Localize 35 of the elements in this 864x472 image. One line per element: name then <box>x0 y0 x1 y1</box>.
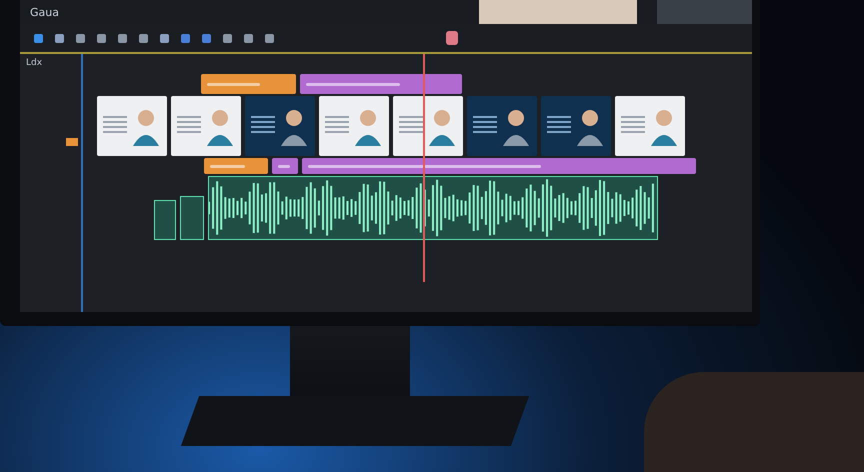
slide-thumbnail[interactable] <box>615 96 685 156</box>
caption-clip[interactable] <box>302 158 696 174</box>
tool-icon[interactable] <box>244 34 253 42</box>
slide-thumbnail[interactable] <box>467 96 537 156</box>
title-clip[interactable] <box>201 74 296 94</box>
track-label: Ldx <box>26 58 44 68</box>
slide-thumbnail[interactable] <box>319 96 389 156</box>
tool-icon[interactable] <box>34 34 43 42</box>
tool-icon[interactable] <box>181 34 190 42</box>
blurred-text-drawing <box>210 164 245 168</box>
caption-clip[interactable] <box>204 158 268 174</box>
caption-clip[interactable] <box>272 158 298 174</box>
playhead-handle[interactable] <box>446 31 458 45</box>
tool-icon[interactable] <box>202 34 211 42</box>
blurred-text-drawing <box>399 116 423 136</box>
audio-clip[interactable] <box>154 200 176 240</box>
tool-icon[interactable] <box>55 34 64 42</box>
tool-icon[interactable] <box>97 34 106 42</box>
audio-clip[interactable] <box>180 196 204 240</box>
tool-icon[interactable] <box>265 34 274 42</box>
slide-thumbnail[interactable] <box>541 96 611 156</box>
slide-thumbnail[interactable] <box>97 96 167 156</box>
tool-icon[interactable] <box>139 34 148 42</box>
tool-icon[interactable] <box>118 34 127 42</box>
slide-thumbnail[interactable] <box>393 96 463 156</box>
blurred-text-drawing <box>207 82 260 86</box>
title-clip[interactable] <box>300 74 462 94</box>
marker-icon <box>66 138 78 146</box>
app-title: Gaua <box>30 6 59 18</box>
slide-thumbnail[interactable] <box>245 96 315 156</box>
tool-icon[interactable] <box>160 34 169 42</box>
slide-thumbnail[interactable] <box>171 96 241 156</box>
tool-icon[interactable] <box>76 34 85 42</box>
tool-icon[interactable] <box>223 34 232 42</box>
blurred-text-drawing <box>278 164 290 168</box>
